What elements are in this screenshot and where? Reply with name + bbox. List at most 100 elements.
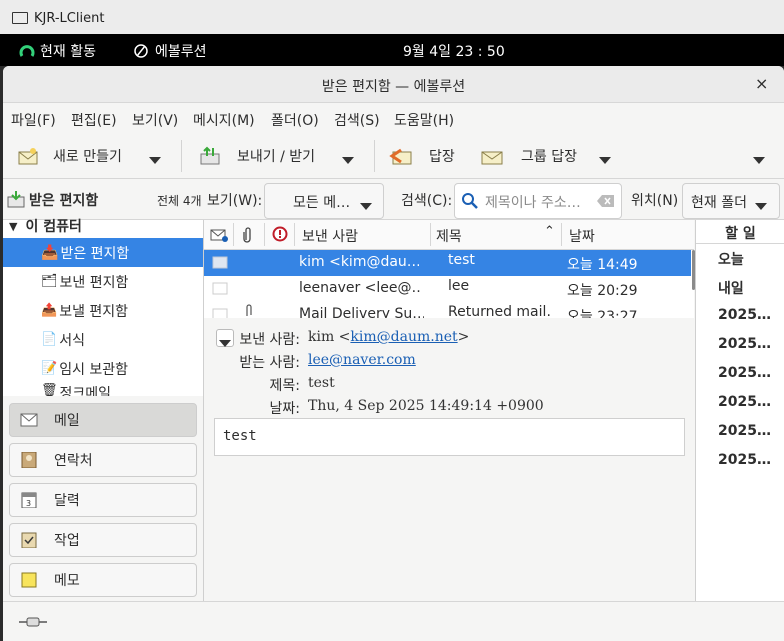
folder-name: 받은 편지함	[29, 193, 99, 209]
menu-view[interactable]: 보기(V)	[132, 110, 178, 130]
todo-pane: 할 일 오늘 내일 2025… 2025… 2025… 2025… 2025… …	[695, 220, 784, 601]
message-from: leenaver <lee@…	[299, 280, 421, 296]
mail-icon	[20, 413, 38, 427]
read-mail-icon	[212, 308, 228, 318]
folder-drafts[interactable]: 📝 임시 보관함	[3, 354, 203, 383]
group-reply-dropdown-caret[interactable]	[599, 152, 611, 168]
send-receive-icon	[200, 146, 220, 165]
attachment-column-icon[interactable]	[242, 226, 254, 244]
switcher-label: 메모	[54, 573, 80, 589]
menu-search[interactable]: 검색(S)	[334, 110, 380, 130]
menu-file[interactable]: 파일(F)	[11, 110, 56, 130]
component-switcher: 메일 연락처 3 달력 작업 메모	[3, 396, 204, 601]
read-mail-icon	[212, 256, 228, 269]
view-filter-dropdown[interactable]: 모든 메…	[264, 183, 384, 219]
message-subject: lee	[448, 278, 470, 294]
todo-group[interactable]: 2025…	[718, 307, 771, 323]
switcher-mail[interactable]: 메일	[9, 403, 197, 437]
scope-dropdown[interactable]: 현재 폴더	[682, 183, 780, 219]
chevron-down-icon	[755, 198, 767, 214]
todo-group[interactable]: 2025…	[718, 394, 771, 410]
reply-label: 답장	[429, 149, 455, 165]
message-body-text: test	[223, 428, 257, 444]
search-input[interactable]: 제목이나 주소…	[454, 183, 622, 219]
message-row[interactable]: kim <kim@dau… test 오늘 14:49	[204, 250, 691, 276]
clock-button[interactable]: 9월 4일 23 : 50	[403, 41, 505, 61]
offline-toggle-icon[interactable]	[19, 616, 47, 628]
group-reply-button[interactable]: 그룹 답장	[479, 143, 577, 169]
menu-folder[interactable]: 폴더(O)	[271, 110, 319, 130]
message-count: 전체 4개	[157, 194, 202, 208]
sort-ascending-icon: ⌃	[544, 224, 555, 239]
inbox-icon	[7, 191, 25, 208]
column-divider	[294, 223, 295, 246]
column-from[interactable]: 보낸 사람	[302, 226, 358, 246]
read-mail-icon	[212, 282, 228, 295]
status-bar	[3, 601, 784, 641]
toolbar-overflow-caret[interactable]	[753, 152, 765, 168]
todo-group[interactable]: 내일	[718, 278, 744, 298]
folder-templates[interactable]: 📄 서식	[3, 325, 203, 354]
message-subject: Returned mail…	[448, 304, 552, 318]
toolbar-separator	[181, 140, 182, 172]
from-value: kim <kim@daum.net>	[308, 329, 469, 345]
from-email-link[interactable]: kim@daum.net	[350, 329, 457, 345]
search-icon	[462, 193, 478, 209]
subject-label: 제목:	[269, 378, 300, 394]
todo-group[interactable]: 오늘	[718, 249, 744, 269]
evolution-window: 받은 편지함 — 에볼루션 × 파일(F) 편집(E) 보기(V) 메시지(M)…	[3, 66, 784, 641]
todo-group[interactable]: 2025…	[718, 365, 771, 381]
status-column-icon[interactable]	[210, 228, 228, 242]
close-button[interactable]: ×	[755, 74, 768, 93]
todo-group[interactable]: 2025…	[718, 423, 771, 439]
todo-group[interactable]: 2025…	[718, 452, 771, 468]
drafts-folder-icon: 📝	[41, 361, 58, 376]
new-mail-icon	[18, 148, 38, 165]
folder-junk[interactable]: 🗑 정크메일	[3, 383, 203, 397]
column-divider	[264, 223, 265, 246]
app-menu-button[interactable]: 에볼루션	[155, 41, 207, 61]
message-from: kim <kim@dau…	[299, 254, 419, 270]
folder-outbox[interactable]: 📤 보낼 편지함	[3, 296, 203, 325]
switcher-contacts[interactable]: 연락처	[9, 443, 197, 477]
column-date[interactable]: 날짜	[569, 226, 595, 246]
outer-window-title: KJR-LClient	[34, 11, 105, 26]
folder-sent[interactable]: 🗂 보낸 편지함	[3, 267, 203, 296]
contacts-icon	[21, 452, 37, 468]
send-receive-button[interactable]: 보내기 / 받기	[199, 143, 315, 169]
message-row[interactable]: leenaver <lee@… lee 오늘 20:29	[204, 276, 694, 302]
message-date: 오늘 23:27	[567, 309, 638, 318]
column-divider	[430, 223, 431, 246]
todo-group[interactable]: 2025…	[718, 336, 771, 352]
account-node[interactable]: ▼ 이 컴퓨터	[3, 214, 203, 238]
folder-label: 보낸 편지함	[59, 274, 129, 291]
send-receive-dropdown-caret[interactable]	[342, 152, 354, 168]
message-from: Mail Delivery Su…	[299, 306, 424, 318]
menu-help[interactable]: 도움말(H)	[394, 110, 454, 130]
send-receive-label: 보내기 / 받기	[237, 149, 316, 165]
group-reply-label: 그룹 답장	[521, 149, 577, 165]
to-email-link[interactable]: lee@naver.com	[308, 352, 416, 368]
search-placeholder: 제목이나 주소…	[485, 195, 581, 211]
importance-column-icon[interactable]	[272, 226, 288, 242]
switcher-calendar[interactable]: 3 달력	[9, 483, 197, 517]
view-label: 보기(W):	[207, 193, 263, 209]
clear-search-icon[interactable]	[597, 194, 615, 208]
message-list-header: 보낸 사람 제목 ⌃ 날짜	[204, 220, 694, 250]
menu-bar: 파일(F) 편집(E) 보기(V) 메시지(M) 폴더(O) 검색(S) 도움말…	[3, 103, 784, 133]
message-body[interactable]: test	[214, 418, 685, 456]
new-dropdown-caret[interactable]	[149, 152, 161, 168]
column-subject[interactable]: 제목	[436, 226, 462, 246]
message-row[interactable]: Mail Delivery Su… Returned mail… 오늘 23:2…	[204, 302, 694, 318]
new-button[interactable]: 새로 만들기	[17, 143, 122, 169]
folder-inbox[interactable]: 📥 받은 편지함	[3, 238, 203, 267]
reply-button[interactable]: 답장	[389, 143, 455, 169]
switcher-memos[interactable]: 메모	[9, 563, 197, 597]
toolbar-separator	[374, 140, 375, 172]
switcher-tasks[interactable]: 작업	[9, 523, 197, 557]
group-reply-icon	[481, 151, 503, 165]
menu-message[interactable]: 메시지(M)	[193, 110, 255, 130]
chevron-down-icon	[360, 198, 372, 214]
activities-button[interactable]: 현재 활동	[40, 41, 96, 61]
menu-edit[interactable]: 편집(E)	[71, 110, 117, 130]
